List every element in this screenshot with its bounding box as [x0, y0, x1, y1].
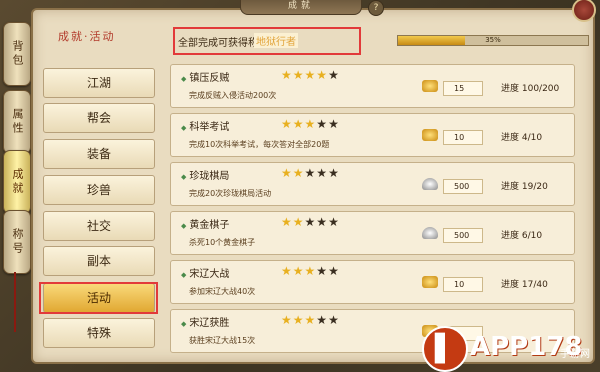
site-watermark: ▌ APP178 手游网 — [420, 320, 600, 372]
star-icon: ★ — [292, 166, 305, 180]
achievement-progress: 进度 6/10 — [501, 231, 543, 241]
achievement-progress: 进度 17/40 — [501, 280, 548, 290]
help-icon[interactable]: ? — [368, 0, 384, 16]
star-icon: ★ — [281, 68, 293, 82]
achievement-row[interactable]: 宋辽大战★★★★★参加宋辽大战40次10进度 17/40 — [170, 260, 575, 304]
window-title: 成就 — [240, 0, 362, 15]
achievement-desc: 完成10次科举考试，每次答对全部20题 — [189, 140, 330, 149]
star-icon: ★ — [328, 117, 340, 131]
tab-achievements[interactable]: 成就 — [3, 150, 31, 214]
category-dungeon[interactable]: 副本 — [43, 246, 155, 276]
star-icon: ★ — [304, 215, 317, 229]
achievement-desc: 获胜宋辽大战15次 — [189, 336, 256, 345]
star-icon: ★ — [304, 264, 317, 278]
category-guild[interactable]: 帮会 — [43, 103, 155, 133]
achievement-progress: 进度 19/20 — [501, 182, 548, 192]
star-icon: ★ — [281, 264, 293, 278]
tab-attributes[interactable]: 属性 — [3, 90, 31, 154]
gold-ingot-icon — [422, 129, 438, 141]
category-special[interactable]: 特殊 — [43, 318, 155, 348]
star-icon: ★ — [304, 68, 317, 82]
achievement-desc: 完成反贼入侵活动200次 — [189, 91, 277, 100]
achievement-name: 宋辽获胜 — [181, 314, 229, 329]
star-icon: ★ — [292, 264, 305, 278]
star-icon: ★ — [281, 166, 293, 180]
achievement-desc: 参加宋辽大战40次 — [189, 287, 256, 296]
reward-amount: 10 — [443, 130, 483, 145]
achievement-row[interactable]: 镇压反贼★★★★★完成反贼入侵活动200次15进度 100/200 — [170, 64, 575, 108]
silver-ingot-icon — [422, 178, 438, 190]
tab-bag[interactable]: 背包 — [3, 22, 31, 86]
star-icon: ★ — [328, 313, 340, 327]
silver-ingot-icon — [422, 227, 438, 239]
star-icon: ★ — [281, 117, 293, 131]
star-icon: ★ — [304, 313, 317, 327]
reward-title: 地狱行者 — [254, 33, 298, 48]
reward-amount: 500 — [443, 179, 483, 194]
reward-amount: 15 — [443, 81, 483, 96]
star-icon: ★ — [292, 215, 305, 229]
star-rating: ★★★★★ — [281, 313, 340, 327]
star-rating: ★★★★★ — [281, 117, 340, 131]
star-icon: ★ — [316, 117, 329, 131]
category-social[interactable]: 社交 — [43, 211, 155, 241]
tab-titles[interactable]: 称号 — [3, 210, 31, 274]
category-equipment[interactable]: 装备 — [43, 139, 155, 169]
category-jianghu[interactable]: 江湖 — [43, 68, 155, 98]
star-icon: ★ — [281, 313, 293, 327]
reward-amount: 10 — [443, 277, 483, 292]
achievement-progress: 进度 100/200 — [501, 84, 560, 94]
achievement-row[interactable]: 黄金棋子★★★★★杀死10个黄金棋子500进度 6/10 — [170, 211, 575, 255]
star-icon: ★ — [328, 215, 340, 229]
achievement-progress: 进度 4/10 — [501, 133, 543, 143]
achievement-name: 珍珑棋局 — [181, 167, 229, 182]
star-rating: ★★★★★ — [281, 264, 340, 278]
star-icon: ★ — [316, 68, 329, 82]
star-icon: ★ — [328, 264, 340, 278]
star-icon: ★ — [316, 215, 329, 229]
achievement-row[interactable]: 科举考试★★★★★完成10次科举考试，每次答对全部20题10进度 4/10 — [170, 113, 575, 157]
star-icon: ★ — [304, 117, 317, 131]
star-icon: ★ — [316, 313, 329, 327]
star-rating: ★★★★★ — [281, 68, 340, 82]
star-icon: ★ — [292, 313, 305, 327]
achievement-row[interactable]: 珍珑棋局★★★★★完成20次珍珑棋局活动500进度 19/20 — [170, 162, 575, 206]
achievement-desc: 完成20次珍珑棋局活动 — [189, 189, 272, 198]
achievement-name: 黄金棋子 — [181, 216, 229, 231]
category-selection-highlight — [39, 282, 158, 314]
achievement-name: 科举考试 — [181, 118, 229, 133]
achievement-list[interactable]: 镇压反贼★★★★★完成反贼入侵活动200次15进度 100/200科举考试★★★… — [170, 64, 575, 360]
star-rating: ★★★★★ — [281, 215, 340, 229]
achievement-name: 宋辽大战 — [181, 265, 229, 280]
gold-ingot-icon — [422, 80, 438, 92]
achievement-desc: 杀死10个黄金棋子 — [189, 238, 256, 247]
watermark-sub: 手游网 — [560, 349, 590, 360]
reward-amount: 500 — [443, 228, 483, 243]
star-icon: ★ — [281, 215, 293, 229]
star-icon: ★ — [292, 117, 305, 131]
category-pets[interactable]: 珍兽 — [43, 175, 155, 205]
achievement-name: 镇压反贼 — [181, 69, 229, 84]
star-icon: ★ — [328, 166, 340, 180]
overall-progress-text: 35% — [485, 36, 501, 44]
tassel-decoration — [14, 272, 16, 332]
section-heading: 成就·活动 — [58, 30, 116, 43]
star-icon: ★ — [316, 166, 329, 180]
watermark-logo-icon: ▌ — [422, 326, 468, 372]
star-icon: ★ — [304, 166, 317, 180]
star-icon: ★ — [328, 68, 340, 82]
star-icon: ★ — [292, 68, 305, 82]
star-rating: ★★★★★ — [281, 166, 340, 180]
star-icon: ★ — [316, 264, 329, 278]
gold-ingot-icon — [422, 276, 438, 288]
